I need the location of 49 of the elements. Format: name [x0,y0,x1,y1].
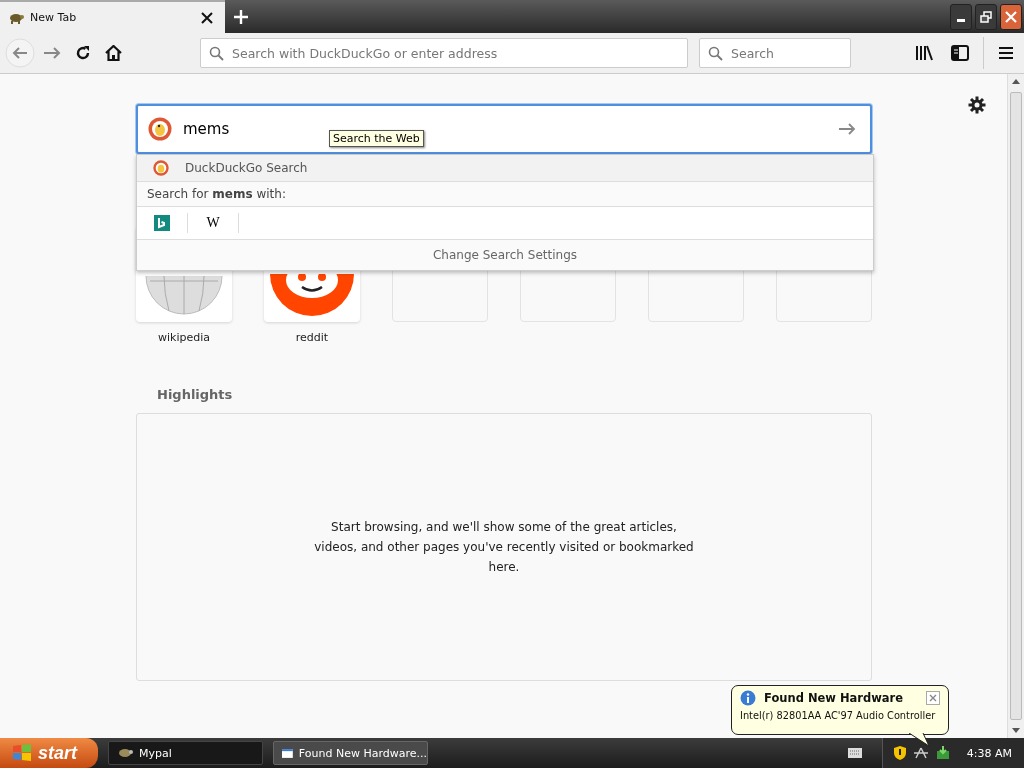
keyboard-icon[interactable] [847,748,862,758]
minimize-button[interactable] [950,3,972,30]
site-label[interactable]: reddit [295,331,329,344]
browser-tab[interactable]: New Tab [0,0,225,33]
wikipedia-button[interactable]: W [188,213,239,233]
duck-logo-icon [153,160,169,176]
clock: 4:38 AM [966,746,1012,760]
settings-icon[interactable] [968,96,986,114]
reload-icon[interactable] [75,45,91,61]
change-search-settings-button[interactable]: Change Search Settings [137,240,873,270]
hardware-icon[interactable] [934,745,951,761]
globe-icon [144,276,224,316]
taskbar-button[interactable]: Mypal [108,741,263,765]
restore-button[interactable] [975,3,997,30]
section-heading: Highlights [157,387,234,402]
minimize-icon [957,19,965,22]
restore-icon [980,10,992,23]
search-icon [708,46,723,61]
empty-state-message: Start browsing, and we'll show some of the great articles, videos, and other pages you've recently visited or bookmarked here. [314,519,694,576]
taskbar-button[interactable]: Found New Hardware... [273,741,428,765]
home-icon[interactable] [105,45,122,61]
close-icon[interactable] [201,11,213,24]
duck-logo-icon [148,117,172,141]
library-icon[interactable] [915,45,933,61]
shield-icon[interactable] [892,745,907,761]
alien-face-icon [270,274,354,316]
arrow-right-icon[interactable] [838,122,856,136]
close-button[interactable] [1000,3,1022,30]
search-for-label: Search for mems with: [147,187,286,201]
suggestion-item[interactable]: DuckDuckGo Search [137,155,873,182]
windows-flag-icon [12,744,32,762]
window-icon [282,746,293,760]
forward-arrow-icon[interactable] [43,46,61,60]
close-icon [1005,10,1017,23]
sidebar-icon[interactable] [951,45,969,61]
info-icon [740,690,756,706]
site-label[interactable]: wikipedia [158,331,210,344]
network-icon[interactable] [912,746,929,760]
plus-icon[interactable] [234,9,248,24]
search-icon [209,46,224,61]
scrollbar[interactable] [1007,74,1024,738]
balloon-message: Intel(r) 82801AA AC'97 Audio Controller [740,710,937,721]
address-field[interactable]: Search with DuckDuckGo or enter address [200,38,688,68]
search-field[interactable]: Search [699,38,851,68]
balloon-title: Found New Hardware [764,691,905,705]
turtle-icon [117,746,133,760]
menu-icon[interactable] [998,46,1014,60]
bing-logo-icon [154,215,170,231]
tooltip: Search the Web [329,130,424,147]
